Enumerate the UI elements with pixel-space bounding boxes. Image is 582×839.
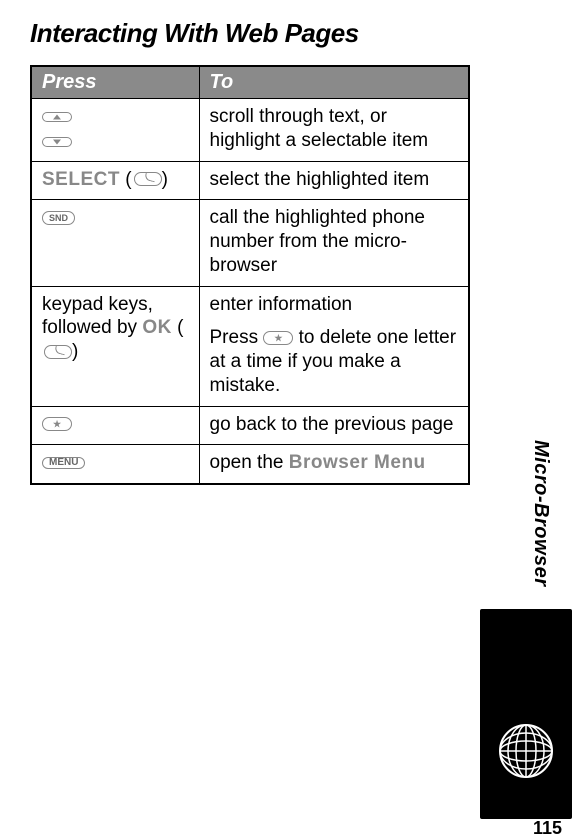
to-text: open the <box>210 452 289 473</box>
to-cell: scroll through text, or highlight a sele… <box>199 99 469 162</box>
table-row: SELECT () select the highlighted item <box>31 161 469 200</box>
to-cell: open the Browser Menu <box>199 445 469 484</box>
up-arrow-icon <box>42 112 72 122</box>
to-cell: call the highlighted phone number from t… <box>199 200 469 286</box>
to-line2: Press ★ to delete one letter at a time i… <box>210 326 459 397</box>
lcd-label-ok: OK <box>142 317 172 338</box>
press-cell <box>31 99 199 162</box>
snd-key-icon: SND <box>42 211 75 225</box>
to-cell: select the highlighted item <box>199 161 469 200</box>
page-number: 115 <box>533 818 562 839</box>
press-cell: MENU <box>31 445 199 484</box>
section-thumb-tab <box>480 609 572 819</box>
star-key-icon: ★ <box>42 417 72 431</box>
star-key-icon: ★ <box>263 331 293 345</box>
press-cell: SELECT () <box>31 161 199 200</box>
to-cell: go back to the previous page <box>199 406 469 445</box>
to-line1: enter information <box>210 293 459 317</box>
lcd-label-browser-menu: Browser Menu <box>289 452 426 473</box>
table-header-press: Press <box>31 66 199 99</box>
press-text: keypad keys, followed by <box>42 294 153 339</box>
press-cell: SND <box>31 200 199 286</box>
lcd-label-select: SELECT <box>42 169 120 190</box>
softkey-icon <box>44 345 72 359</box>
table-row: SND call the highlighted phone number fr… <box>31 200 469 286</box>
to-cell: enter information Press ★ to delete one … <box>199 286 469 406</box>
globe-icon <box>498 723 554 779</box>
instruction-table: Press To scroll through text, or highlig… <box>30 65 470 485</box>
down-arrow-icon <box>42 137 72 147</box>
table-row: ★ go back to the previous page <box>31 406 469 445</box>
menu-key-icon: MENU <box>42 457 85 469</box>
press-cell: keypad keys, followed by OK () <box>31 286 199 406</box>
section-side-label: Micro-Browser <box>529 440 552 587</box>
press-cell: ★ <box>31 406 199 445</box>
table-header-to: To <box>199 66 469 99</box>
softkey-icon <box>134 172 162 186</box>
table-row: MENU open the Browser Menu <box>31 445 469 484</box>
page-title: Interacting With Web Pages <box>30 18 552 49</box>
table-row: keypad keys, followed by OK () enter inf… <box>31 286 469 406</box>
table-row: scroll through text, or highlight a sele… <box>31 99 469 162</box>
to-text: Press <box>210 327 264 348</box>
